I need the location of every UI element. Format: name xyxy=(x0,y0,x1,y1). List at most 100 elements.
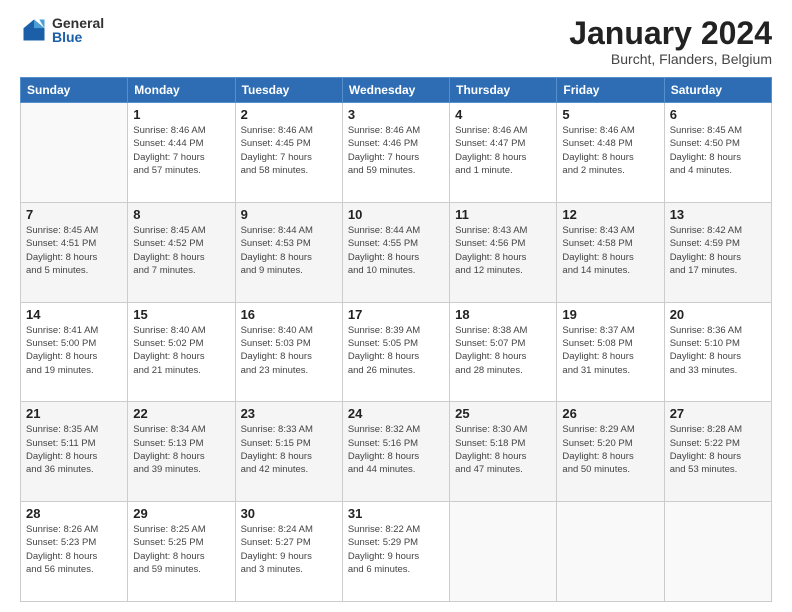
day-info: Sunrise: 8:22 AM Sunset: 5:29 PM Dayligh… xyxy=(348,523,444,576)
calendar-week-row: 7 Sunrise: 8:45 AM Sunset: 4:51 PM Daylig… xyxy=(21,202,772,302)
day-info: Sunrise: 8:32 AM Sunset: 5:16 PM Dayligh… xyxy=(348,423,444,476)
day-info: Sunrise: 8:46 AM Sunset: 4:48 PM Dayligh… xyxy=(562,124,658,177)
table-row: 30Sunrise: 8:24 AM Sunset: 5:27 PM Dayli… xyxy=(235,502,342,602)
table-row: 29Sunrise: 8:25 AM Sunset: 5:25 PM Dayli… xyxy=(128,502,235,602)
header-friday: Friday xyxy=(557,78,664,103)
day-info: Sunrise: 8:46 AM Sunset: 4:46 PM Dayligh… xyxy=(348,124,444,177)
header-monday: Monday xyxy=(128,78,235,103)
month-title: January 2024 xyxy=(569,16,772,51)
logo-blue-text: Blue xyxy=(52,30,104,44)
table-row xyxy=(557,502,664,602)
day-info: Sunrise: 8:37 AM Sunset: 5:08 PM Dayligh… xyxy=(562,324,658,377)
table-row: 14 Sunrise: 8:41 AM Sunset: 5:00 PM Dayli… xyxy=(21,302,128,402)
day-info: Sunrise: 8:39 AM Sunset: 5:05 PM Dayligh… xyxy=(348,324,444,377)
table-row: 18 Sunrise: 8:38 AM Sunset: 5:07 PM Dayli… xyxy=(450,302,557,402)
title-block: January 2024 Burcht, Flanders, Belgium xyxy=(569,16,772,67)
table-row: 10 Sunrise: 8:44 AM Sunset: 4:55 PM Dayli… xyxy=(342,202,449,302)
table-row: 21Sunrise: 8:35 AM Sunset: 5:11 PM Dayli… xyxy=(21,402,128,502)
day-number: 18 xyxy=(455,307,551,322)
table-row: 8 Sunrise: 8:45 AM Sunset: 4:52 PM Daylig… xyxy=(128,202,235,302)
day-number: 15 xyxy=(133,307,229,322)
day-number: 4 xyxy=(455,107,551,122)
calendar-week-row: 21Sunrise: 8:35 AM Sunset: 5:11 PM Dayli… xyxy=(21,402,772,502)
table-row xyxy=(450,502,557,602)
calendar-week-row: 14 Sunrise: 8:41 AM Sunset: 5:00 PM Dayli… xyxy=(21,302,772,402)
day-info: Sunrise: 8:38 AM Sunset: 5:07 PM Dayligh… xyxy=(455,324,551,377)
day-info: Sunrise: 8:45 AM Sunset: 4:50 PM Dayligh… xyxy=(670,124,766,177)
day-number: 14 xyxy=(26,307,122,322)
day-number: 12 xyxy=(562,207,658,222)
table-row: 24 Sunrise: 8:32 AM Sunset: 5:16 PM Dayli… xyxy=(342,402,449,502)
day-info: Sunrise: 8:43 AM Sunset: 4:56 PM Dayligh… xyxy=(455,224,551,277)
day-number: 22 xyxy=(133,406,229,421)
header-thursday: Thursday xyxy=(450,78,557,103)
day-info: Sunrise: 8:30 AM Sunset: 5:18 PM Dayligh… xyxy=(455,423,551,476)
table-row: 22 Sunrise: 8:34 AM Sunset: 5:13 PM Dayli… xyxy=(128,402,235,502)
page: General Blue January 2024 Burcht, Flande… xyxy=(0,0,792,612)
day-info: Sunrise: 8:33 AM Sunset: 5:15 PM Dayligh… xyxy=(241,423,337,476)
day-info: Sunrise: 8:46 AM Sunset: 4:44 PM Dayligh… xyxy=(133,124,229,177)
logo-general-text: General xyxy=(52,16,104,30)
logo-icon xyxy=(20,16,48,44)
day-number: 2 xyxy=(241,107,337,122)
table-row: 26 Sunrise: 8:29 AM Sunset: 5:20 PM Dayli… xyxy=(557,402,664,502)
day-info: Sunrise: 8:40 AM Sunset: 5:02 PM Dayligh… xyxy=(133,324,229,377)
header-sunday: Sunday xyxy=(21,78,128,103)
day-info: Sunrise: 8:40 AM Sunset: 5:03 PM Dayligh… xyxy=(241,324,337,377)
day-number: 20 xyxy=(670,307,766,322)
day-number: 23 xyxy=(241,406,337,421)
table-row: 1 Sunrise: 8:46 AM Sunset: 4:44 PM Daylig… xyxy=(128,103,235,203)
day-info: Sunrise: 8:26 AM Sunset: 5:23 PM Dayligh… xyxy=(26,523,122,576)
table-row: 17 Sunrise: 8:39 AM Sunset: 5:05 PM Dayli… xyxy=(342,302,449,402)
day-number: 19 xyxy=(562,307,658,322)
header-tuesday: Tuesday xyxy=(235,78,342,103)
day-info: Sunrise: 8:36 AM Sunset: 5:10 PM Dayligh… xyxy=(670,324,766,377)
table-row: 23 Sunrise: 8:33 AM Sunset: 5:15 PM Dayli… xyxy=(235,402,342,502)
day-number: 8 xyxy=(133,207,229,222)
table-row: 12 Sunrise: 8:43 AM Sunset: 4:58 PM Dayli… xyxy=(557,202,664,302)
day-number: 16 xyxy=(241,307,337,322)
day-info: Sunrise: 8:46 AM Sunset: 4:45 PM Dayligh… xyxy=(241,124,337,177)
table-row: 6Sunrise: 8:45 AM Sunset: 4:50 PM Daylig… xyxy=(664,103,771,203)
table-row: 31 Sunrise: 8:22 AM Sunset: 5:29 PM Dayli… xyxy=(342,502,449,602)
day-number: 25 xyxy=(455,406,551,421)
day-info: Sunrise: 8:34 AM Sunset: 5:13 PM Dayligh… xyxy=(133,423,229,476)
day-info: Sunrise: 8:44 AM Sunset: 4:55 PM Dayligh… xyxy=(348,224,444,277)
table-row: 7 Sunrise: 8:45 AM Sunset: 4:51 PM Daylig… xyxy=(21,202,128,302)
table-row: 2 Sunrise: 8:46 AM Sunset: 4:45 PM Daylig… xyxy=(235,103,342,203)
table-row: 28Sunrise: 8:26 AM Sunset: 5:23 PM Dayli… xyxy=(21,502,128,602)
day-number: 17 xyxy=(348,307,444,322)
header-saturday: Saturday xyxy=(664,78,771,103)
day-number: 31 xyxy=(348,506,444,521)
day-info: Sunrise: 8:43 AM Sunset: 4:58 PM Dayligh… xyxy=(562,224,658,277)
day-number: 1 xyxy=(133,107,229,122)
day-info: Sunrise: 8:45 AM Sunset: 4:51 PM Dayligh… xyxy=(26,224,122,277)
day-info: Sunrise: 8:25 AM Sunset: 5:25 PM Dayligh… xyxy=(133,523,229,576)
day-info: Sunrise: 8:42 AM Sunset: 4:59 PM Dayligh… xyxy=(670,224,766,277)
table-row: 9 Sunrise: 8:44 AM Sunset: 4:53 PM Daylig… xyxy=(235,202,342,302)
table-row: 3 Sunrise: 8:46 AM Sunset: 4:46 PM Daylig… xyxy=(342,103,449,203)
day-number: 10 xyxy=(348,207,444,222)
table-row: 20 Sunrise: 8:36 AM Sunset: 5:10 PM Dayli… xyxy=(664,302,771,402)
table-row: 15 Sunrise: 8:40 AM Sunset: 5:02 PM Dayli… xyxy=(128,302,235,402)
day-number: 3 xyxy=(348,107,444,122)
table-row: 16 Sunrise: 8:40 AM Sunset: 5:03 PM Dayli… xyxy=(235,302,342,402)
day-number: 9 xyxy=(241,207,337,222)
day-info: Sunrise: 8:41 AM Sunset: 5:00 PM Dayligh… xyxy=(26,324,122,377)
day-info: Sunrise: 8:44 AM Sunset: 4:53 PM Dayligh… xyxy=(241,224,337,277)
day-number: 24 xyxy=(348,406,444,421)
day-info: Sunrise: 8:29 AM Sunset: 5:20 PM Dayligh… xyxy=(562,423,658,476)
day-info: Sunrise: 8:45 AM Sunset: 4:52 PM Dayligh… xyxy=(133,224,229,277)
day-number: 7 xyxy=(26,207,122,222)
calendar-table: Sunday Monday Tuesday Wednesday Thursday… xyxy=(20,77,772,602)
day-number: 30 xyxy=(241,506,337,521)
location-subtitle: Burcht, Flanders, Belgium xyxy=(569,51,772,67)
header-wednesday: Wednesday xyxy=(342,78,449,103)
table-row xyxy=(21,103,128,203)
day-number: 26 xyxy=(562,406,658,421)
day-info: Sunrise: 8:46 AM Sunset: 4:47 PM Dayligh… xyxy=(455,124,551,177)
table-row: 25 Sunrise: 8:30 AM Sunset: 5:18 PM Dayli… xyxy=(450,402,557,502)
calendar-week-row: 28Sunrise: 8:26 AM Sunset: 5:23 PM Dayli… xyxy=(21,502,772,602)
day-info: Sunrise: 8:35 AM Sunset: 5:11 PM Dayligh… xyxy=(26,423,122,476)
day-number: 5 xyxy=(562,107,658,122)
